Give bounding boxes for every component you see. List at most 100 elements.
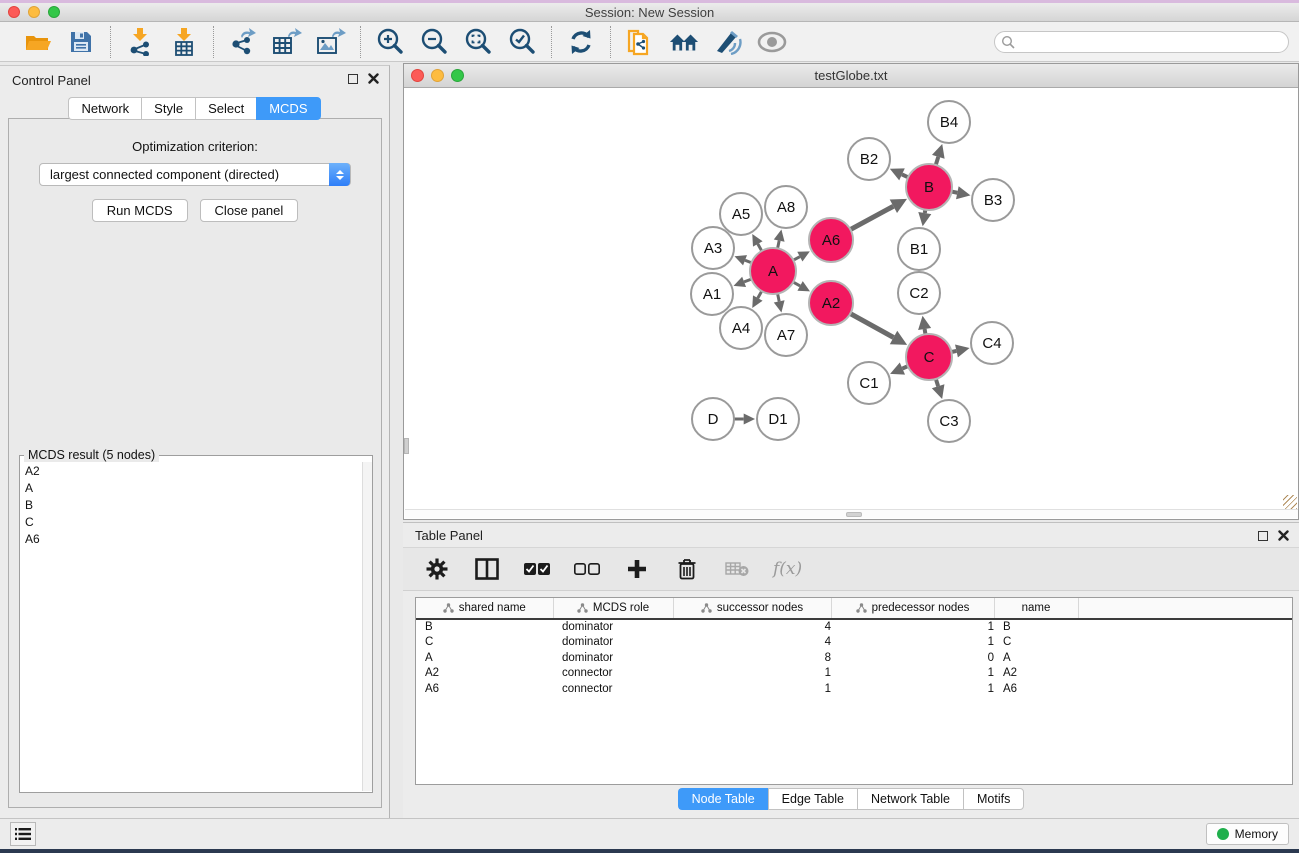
search-input[interactable] [1019,35,1288,49]
import-table-button[interactable] [169,27,199,57]
graph-node-label: B2 [860,151,878,168]
graph-edge-A-A6[interactable] [793,257,800,261]
close-panel-icon[interactable] [1278,530,1289,541]
export-group [214,27,360,57]
tab-motifs[interactable]: Motifs [963,788,1024,810]
graph-arrowhead [744,414,755,425]
show-task-history-button[interactable] [10,822,36,846]
graph-node-label: A5 [732,206,750,223]
import-table-icon [171,28,197,56]
zoom-fit-button[interactable] [463,27,493,57]
float-panel-icon[interactable] [348,74,358,84]
graph-node-label: A2 [822,295,840,312]
result-item[interactable]: A2 [21,462,361,479]
graph-edge-A-A3[interactable] [745,260,751,262]
network-horizontal-scrollbar[interactable] [405,509,1298,518]
graph-edge-C-C3[interactable] [936,379,938,386]
table-row[interactable]: A6connector 11 A6 [416,681,1292,697]
graph-edge-A-A8[interactable] [778,241,780,249]
result-item[interactable]: B [21,496,361,513]
network-window-title: testGlobe.txt [404,68,1298,83]
network-horizontal-scrollbar-thumb[interactable] [846,512,862,517]
result-item[interactable]: C [21,513,361,530]
window-resize-grip[interactable] [1283,495,1297,509]
export-table-button[interactable] [272,27,302,57]
zoom-out-button[interactable] [419,27,449,57]
refresh-button[interactable] [566,27,596,57]
column-header-name[interactable]: name [994,598,1078,619]
table-settings-button[interactable] [423,555,451,583]
graph-edge-B-B2[interactable] [902,174,908,177]
graph-node-label: A3 [704,240,722,257]
home-button[interactable] [669,27,699,57]
tab-network-table[interactable]: Network Table [857,788,963,810]
run-mcds-button[interactable]: Run MCDS [92,199,188,222]
function-builder-button[interactable]: f(x) [773,559,802,579]
table-row[interactable]: Cdominator 41 C [416,635,1292,651]
import-network-button[interactable] [125,27,155,57]
network-vertical-scrollbar-thumb[interactable] [404,438,409,454]
open-folder-icon [24,30,51,54]
show-graphics-details-button[interactable] [757,27,787,57]
zoom-in-button[interactable] [375,27,405,57]
shared-column-icon [443,603,454,613]
result-scrollbar[interactable] [362,462,372,791]
result-item[interactable]: A [21,479,361,496]
zoom-selected-button[interactable] [507,27,537,57]
graph-arrowhead [774,300,785,312]
close-panel-button[interactable]: Close panel [200,199,299,222]
table-panel: Table Panel [403,522,1299,818]
add-column-button[interactable] [623,555,651,583]
select-all-button[interactable] [523,555,551,583]
result-item[interactable]: A6 [21,530,361,547]
column-header-shared-name[interactable]: shared name [416,598,553,619]
table-row[interactable]: Adominator 80 A [416,650,1292,666]
column-header-successor-nodes[interactable]: successor nodes [673,598,831,619]
tab-network[interactable]: Network [68,97,141,120]
mcds-result-title: MCDS result (5 nodes) [24,448,159,462]
table-row[interactable]: Bdominator 41 B [416,619,1292,635]
tab-select[interactable]: Select [195,97,256,120]
duplicate-network-icon [626,27,654,57]
search-area [994,31,1289,53]
network-window-titlebar: testGlobe.txt [404,64,1298,88]
table-row[interactable]: A2connector 11 A2 [416,666,1292,682]
close-panel-icon[interactable] [368,73,379,84]
graph-edge-A2-C[interactable] [850,314,893,338]
float-panel-icon[interactable] [1258,531,1268,541]
shared-column-icon [577,603,588,613]
graph-edge-A-A5[interactable] [758,244,762,251]
search-box[interactable] [994,31,1289,53]
open-session-button[interactable] [22,27,52,57]
tab-node-table[interactable]: Node Table [678,788,768,810]
graph-edge-A-A7[interactable] [778,294,780,302]
node-table: shared name MCDS role successor nodes pr… [415,597,1293,785]
column-chooser-button[interactable] [473,555,501,583]
graph-node-label: B [924,179,934,196]
shared-column-icon [856,603,867,613]
memory-button[interactable]: Memory [1206,823,1289,845]
column-header-mcds-role[interactable]: MCDS role [553,598,673,619]
criterion-dropdown[interactable]: largest connected component (directed) [39,163,351,186]
graph-edge-A-A4[interactable] [758,291,762,298]
delete-column-button[interactable] [673,555,701,583]
deselect-all-button[interactable] [573,555,601,583]
graph-edge-A-A1[interactable] [744,279,751,282]
tab-style[interactable]: Style [141,97,195,120]
graph-edge-A6-B[interactable] [850,206,893,229]
duplicate-network-button[interactable] [625,27,655,57]
mcds-result-list[interactable]: A2 A B C A6 [21,462,361,791]
hide-graphics-details-button[interactable] [713,27,743,57]
optimization-criterion-label: Optimization criterion: [9,139,381,154]
export-image-button[interactable] [316,27,346,57]
graph-edge-A-A2[interactable] [793,282,800,286]
network-canvas[interactable]: AA1A2A3A4A5A6A7A8BB1B2B3B4CC1C2C3C4DD1 [405,89,1298,510]
export-network-button[interactable] [228,27,258,57]
graph-edge-B-B4[interactable] [936,157,939,165]
graph-node-label: C1 [859,375,878,392]
save-session-button[interactable] [66,27,96,57]
column-header-predecessor-nodes[interactable]: predecessor nodes [831,598,994,619]
tab-mcds[interactable]: MCDS [256,97,320,120]
tab-edge-table[interactable]: Edge Table [768,788,857,810]
delete-table-button[interactable] [723,555,751,583]
